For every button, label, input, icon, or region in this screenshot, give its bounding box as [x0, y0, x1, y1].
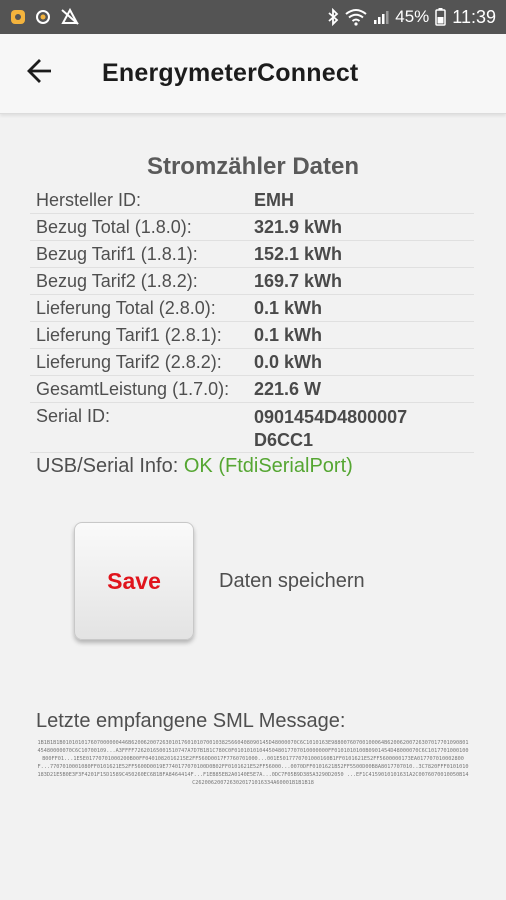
wifi-icon	[345, 8, 367, 26]
save-button-label: Save	[107, 567, 161, 594]
app-title: EnergymeterConnect	[102, 59, 359, 87]
row-value: 0.1 kWh	[254, 297, 323, 318]
save-button[interactable]: Save	[74, 522, 194, 640]
usb-label: USB/Serial Info:	[36, 455, 179, 477]
row-value: 0.1 kWh	[254, 324, 323, 345]
row-value: 0.0 kWh	[254, 351, 323, 372]
status-bar: 45% 11:39	[0, 0, 506, 34]
table-row: Lieferung Total (2.8.0): 0.1 kWh	[30, 295, 474, 322]
row-label: Lieferung Tarif1 (2.8.1):	[36, 324, 222, 345]
usb-status: OK (FtdiSerialPort)	[183, 455, 353, 477]
table-row: Hersteller ID: EMH	[30, 187, 474, 214]
signal-icon	[373, 9, 389, 25]
app-icon	[35, 9, 51, 25]
battery-icon	[435, 8, 447, 26]
row-value: EMH	[254, 189, 294, 210]
save-description: Daten speichern	[219, 570, 365, 592]
row-label: Lieferung Total (2.8.0):	[36, 297, 216, 318]
sml-title: Letzte empfangene SML Message:	[36, 710, 346, 732]
arrow-left-icon	[27, 59, 53, 88]
status-right: 45% 11:39	[327, 7, 496, 28]
row-label: Serial ID:	[36, 406, 111, 426]
app-bar: EnergymeterConnect	[0, 34, 506, 114]
table-row: Bezug Tarif2 (1.8.2): 169.7 kWh	[30, 268, 474, 295]
row-value: 221.6 W	[254, 378, 322, 399]
row-value: 321.9 kWh	[254, 216, 343, 237]
serial-value-block: 0901454D4800007 D6CC1	[254, 406, 407, 452]
row-value: 169.7 kWh	[254, 270, 343, 291]
row-label: Bezug Total (1.8.0):	[36, 216, 192, 237]
table-row: Bezug Tarif1 (1.8.1): 152.1 kWh	[30, 241, 474, 268]
status-left-icons	[10, 8, 80, 26]
battery-percent: 45%	[395, 7, 430, 26]
usb-serial-info: USB/Serial Info: OK (FtdiSerialPort)	[36, 455, 353, 478]
row-label: Hersteller ID:	[36, 189, 142, 210]
row-label: Bezug Tarif2 (1.8.2):	[36, 270, 198, 291]
meter-data-table: Hersteller ID: EMH Bezug Total (1.8.0): …	[30, 187, 474, 453]
table-row: GesamtLeistung (1.7.0): 221.6 W	[30, 376, 474, 403]
row-label: Lieferung Tarif2 (2.8.2):	[36, 351, 222, 372]
table-row: Bezug Total (1.8.0): 321.9 kWh	[30, 214, 474, 241]
clock: 11:39	[452, 6, 496, 27]
bluetooth-icon	[327, 8, 339, 26]
sml-message-text: 1B1B1B1B010101017607000000446B6200620072…	[37, 740, 469, 786]
row-label: Bezug Tarif1 (1.8.1):	[36, 243, 198, 264]
no-location-icon	[60, 8, 80, 26]
notification-icon	[10, 9, 26, 25]
table-row: Lieferung Tarif2 (2.8.2): 0.0 kWh	[30, 349, 474, 376]
back-button[interactable]	[10, 44, 70, 104]
table-row: Serial ID: 0901454D4800007 D6CC1	[30, 403, 474, 453]
row-value-continued: D6CC1	[254, 430, 314, 450]
row-value: 152.1 kWh	[254, 243, 343, 264]
section-title: Stromzähler Daten	[146, 153, 360, 180]
row-value: 0901454D4800007	[254, 407, 408, 427]
row-label: GesamtLeistung (1.7.0):	[36, 378, 230, 399]
table-row: Lieferung Tarif1 (2.8.1): 0.1 kWh	[30, 322, 474, 349]
